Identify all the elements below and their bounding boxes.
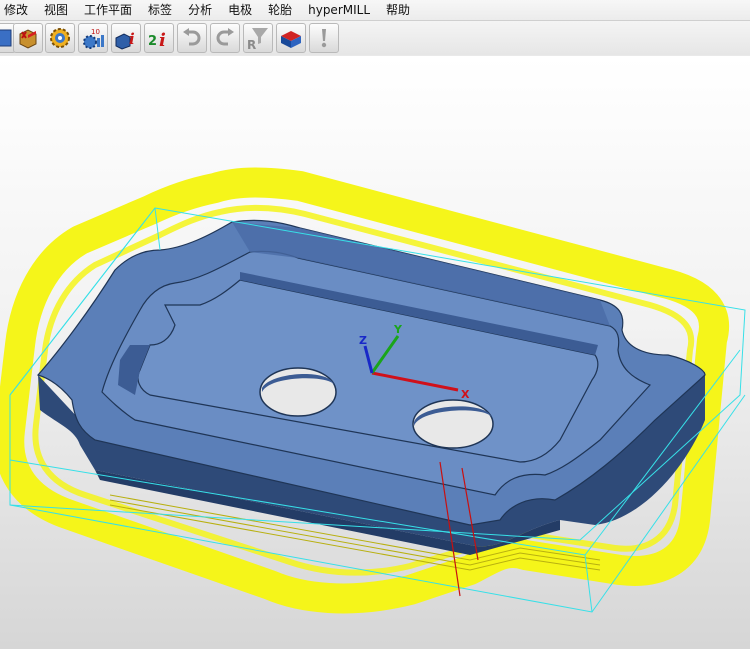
cad-scene: X Y Z xyxy=(0,167,746,614)
info-cube-icon: i xyxy=(115,30,135,50)
svg-text:i: i xyxy=(159,30,166,50)
package-button[interactable] xyxy=(13,23,43,53)
toolbar: 10 i 2 i R xyxy=(0,21,750,55)
redo-button[interactable] xyxy=(210,23,240,53)
gear-chart-icon: 10 xyxy=(83,28,104,49)
menu-bar: 修改 视图 工作平面 标签 分析 电极 轮胎 hyperMILL 帮助 xyxy=(0,0,750,21)
menu-labels[interactable]: 标签 xyxy=(140,0,180,20)
x-axis-label: X xyxy=(461,388,470,401)
redo-icon xyxy=(216,28,234,46)
model-icon xyxy=(0,29,12,47)
menu-modify[interactable]: 修改 xyxy=(0,0,36,20)
package-icon xyxy=(19,29,37,49)
svg-text:10: 10 xyxy=(91,28,100,36)
info-cube-button[interactable]: i xyxy=(111,23,141,53)
menu-hypermill[interactable]: hyperMILL xyxy=(300,0,378,20)
stock-block-icon xyxy=(281,31,301,48)
gear-chart-button[interactable]: 10 xyxy=(78,23,108,53)
stock-block-button[interactable] xyxy=(276,23,306,53)
menu-view[interactable]: 视图 xyxy=(36,0,76,20)
3d-viewport[interactable]: X Y Z xyxy=(0,56,750,649)
svg-text:R: R xyxy=(247,38,256,50)
undo-button[interactable] xyxy=(177,23,207,53)
z-axis-label: Z xyxy=(359,334,367,347)
filter-r-icon: R xyxy=(247,28,268,50)
svg-text:2: 2 xyxy=(148,34,157,49)
undo-icon xyxy=(183,28,201,46)
warning-icon xyxy=(321,29,327,48)
menu-help[interactable]: 帮助 xyxy=(378,0,418,20)
menu-electrode[interactable]: 电极 xyxy=(220,0,260,20)
menu-workplane[interactable]: 工作平面 xyxy=(76,0,140,20)
filter-r-button[interactable]: R xyxy=(243,23,273,53)
info-two-button[interactable]: 2 i xyxy=(144,23,174,53)
gear-button[interactable] xyxy=(45,23,75,53)
gear-icon xyxy=(50,28,70,48)
menu-analysis[interactable]: 分析 xyxy=(180,0,220,20)
svg-text:i: i xyxy=(129,30,135,48)
y-axis-label: Y xyxy=(393,323,403,336)
menu-tire[interactable]: 轮胎 xyxy=(260,0,300,20)
warning-button[interactable] xyxy=(309,23,339,53)
info-two-icon: 2 i xyxy=(148,30,166,50)
